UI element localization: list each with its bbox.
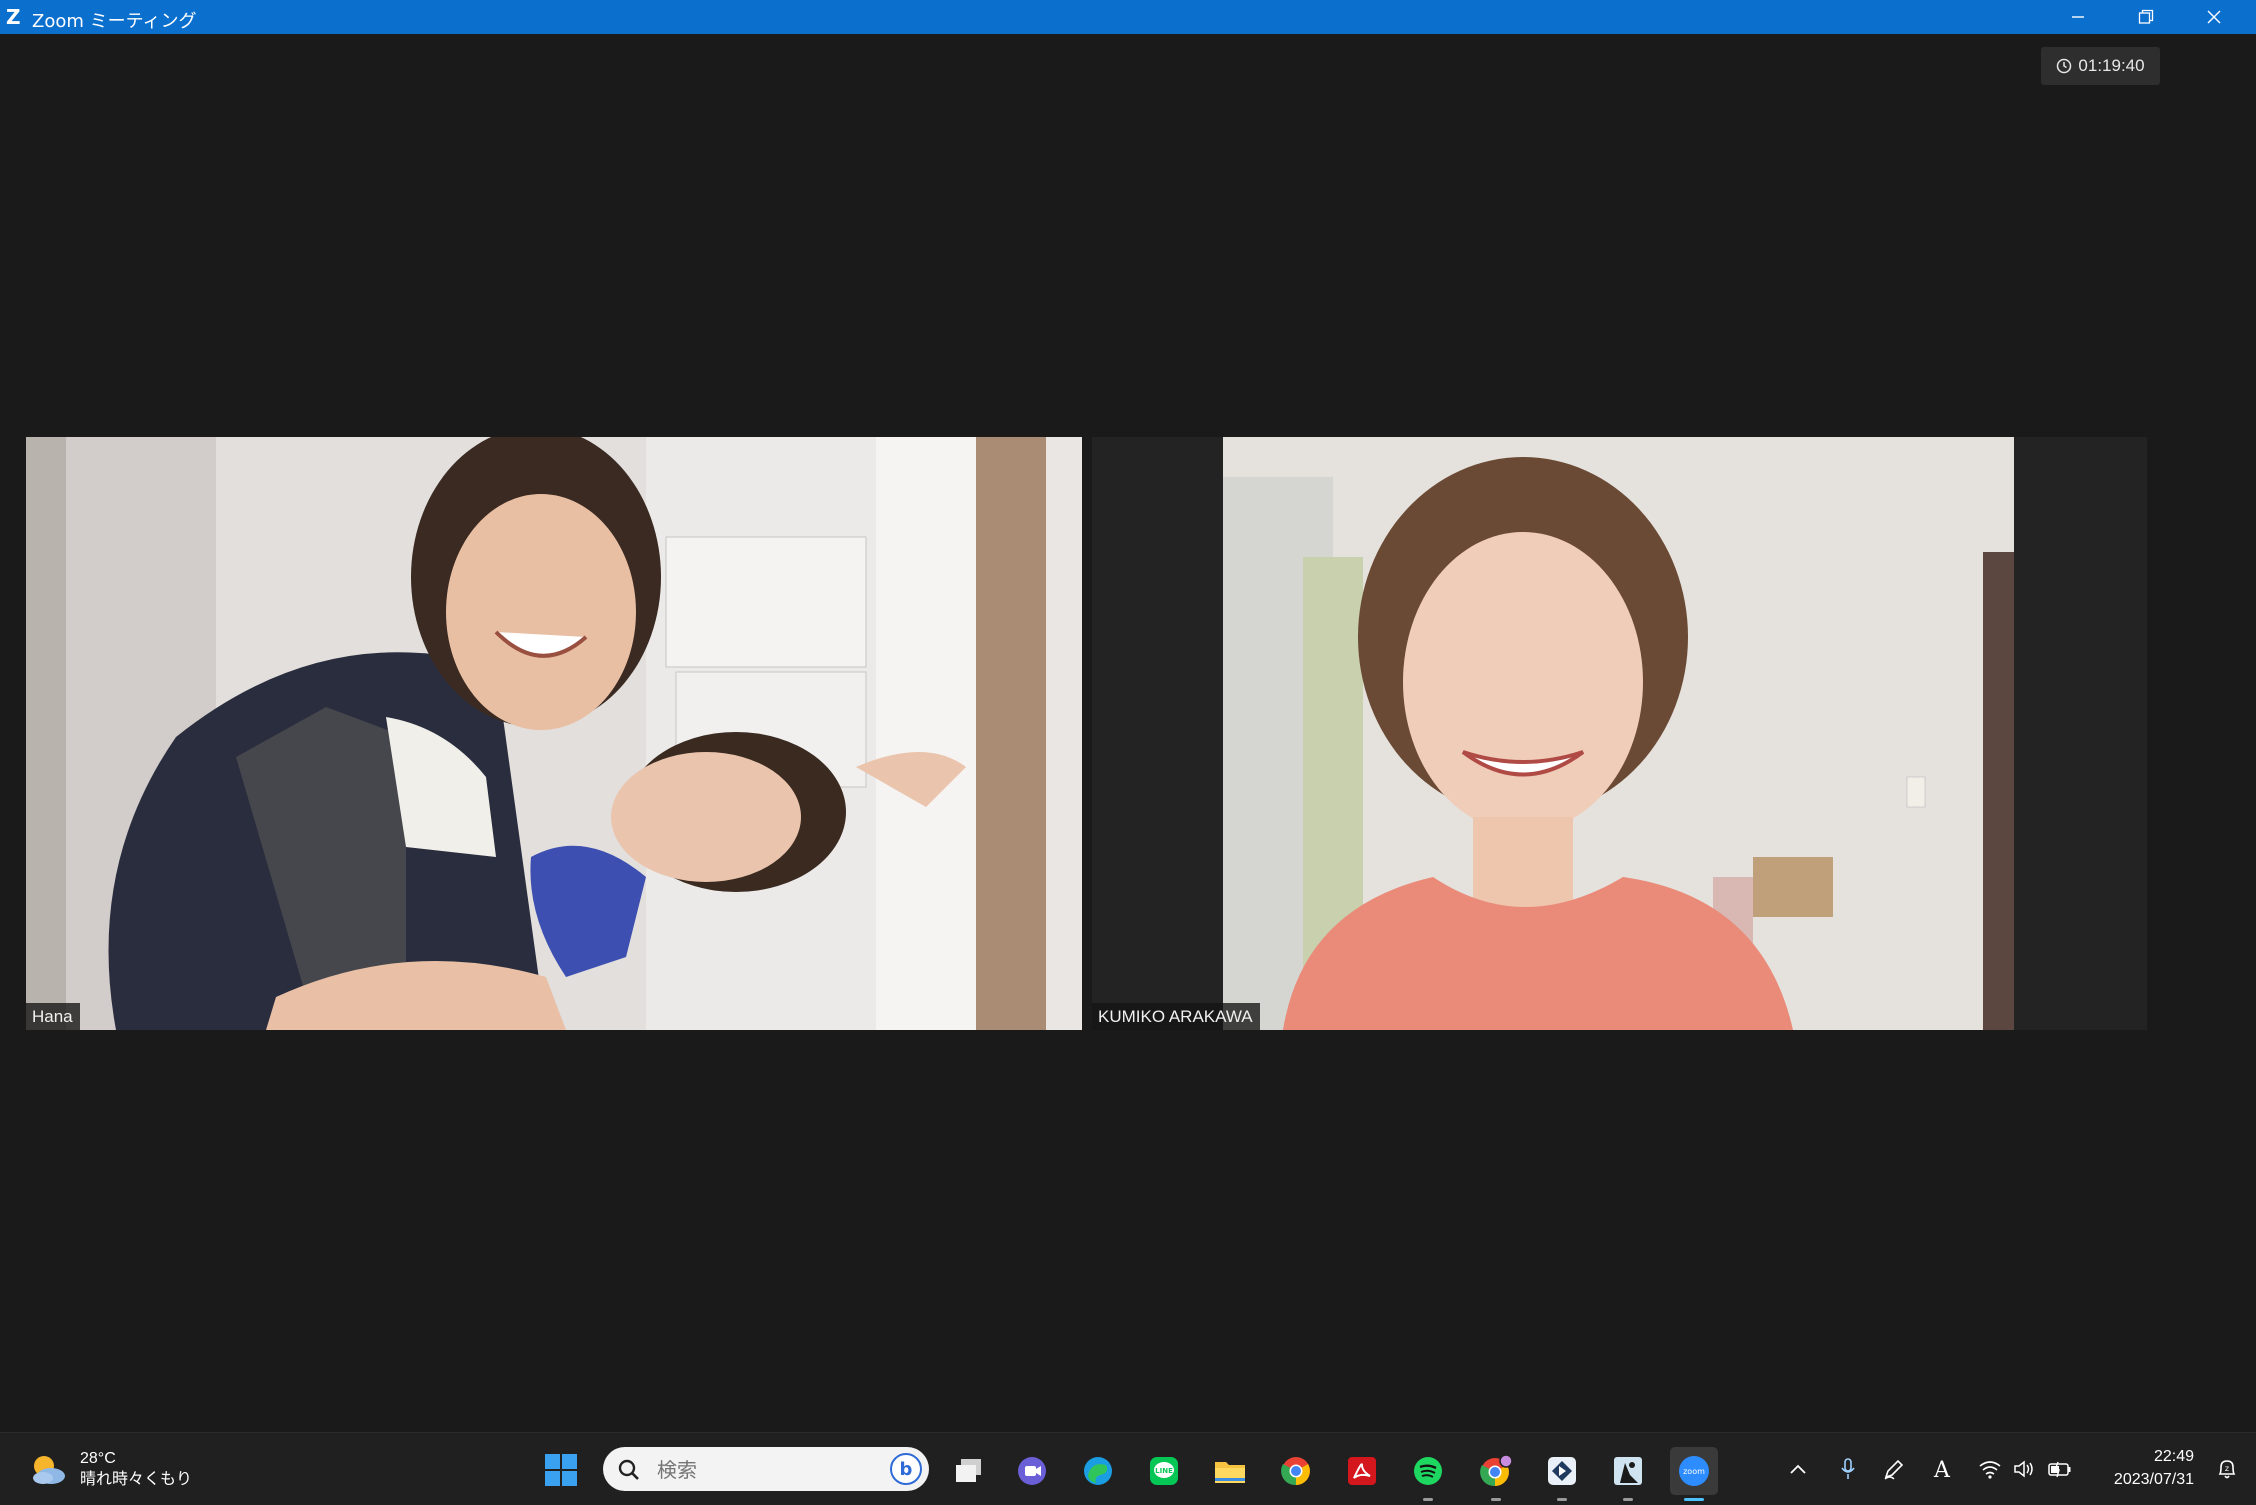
line-button[interactable]: LINE <box>1140 1447 1188 1495</box>
app-figure-button[interactable] <box>1604 1447 1652 1501</box>
microphone-tray-button[interactable] <box>1834 1455 1862 1483</box>
minimize-button[interactable] <box>2044 0 2112 34</box>
svg-text:zoom: zoom <box>1683 1467 1705 1476</box>
close-button[interactable] <box>2180 0 2248 34</box>
chevron-up-icon <box>1790 1464 1806 1474</box>
edge-icon <box>1084 1457 1112 1485</box>
ime-a-icon: A <box>1933 1458 1951 1481</box>
teams-chat-button[interactable] <box>1008 1447 1056 1495</box>
participant-name-label: KUMIKO ARAKAWA <box>1092 1003 1260 1030</box>
meeting-timer[interactable]: 01:19:40 <box>2041 47 2160 85</box>
teams-chat-icon <box>1018 1457 1046 1485</box>
pen-icon <box>1884 1459 1904 1480</box>
clock-icon <box>2057 58 2072 74</box>
search-input[interactable] <box>655 1455 879 1485</box>
svg-text:A: A <box>1933 1458 1951 1481</box>
wifi-icon <box>1979 1461 2001 1479</box>
search-icon <box>618 1459 639 1480</box>
windows-logo-icon <box>545 1454 577 1486</box>
window-titlebar: Z Zoom ミーティング <box>0 0 2256 34</box>
app-figure-icon <box>1614 1457 1642 1485</box>
battery-tray-button[interactable] <box>2046 1455 2074 1483</box>
notification-center-button[interactable]: z <box>2216 1457 2238 1486</box>
acrobat-button[interactable] <box>1338 1447 1386 1495</box>
clock-date: 2023/07/31 <box>2113 1471 2194 1488</box>
chrome-icon <box>1281 1457 1310 1486</box>
svg-text:b: b <box>900 1459 913 1480</box>
volume-tray-button[interactable] <box>2010 1455 2038 1483</box>
elapsed-time: 01:19:40 <box>2078 56 2145 75</box>
ime-indicator[interactable]: A <box>1928 1455 1956 1483</box>
weather-widget[interactable]: 28°C 晴れ時々くもり <box>28 1443 192 1495</box>
show-hidden-icons-button[interactable] <box>1784 1455 1812 1483</box>
weather-temperature: 28°C <box>80 1450 116 1467</box>
edge-button[interactable] <box>1074 1447 1122 1495</box>
task-view-button[interactable] <box>944 1447 992 1495</box>
battery-charging-icon <box>2048 1461 2071 1478</box>
restore-button[interactable] <box>2112 0 2180 34</box>
chrome-profile-icon <box>1480 1454 1513 1487</box>
participant-video <box>26 437 1082 1030</box>
window-title: Zoom ミーティング <box>32 11 197 32</box>
svg-text:z: z <box>2225 1464 2229 1473</box>
bing-icon[interactable]: b <box>889 1452 923 1486</box>
file-explorer-button[interactable] <box>1206 1447 1254 1495</box>
microphone-icon <box>1841 1458 1855 1479</box>
pen-tray-button[interactable] <box>1880 1455 1908 1483</box>
zoom-icon: zoom <box>1679 1456 1709 1486</box>
video-tile-kumiko[interactable]: KUMIKO ARAKAWA <box>1092 437 2147 1030</box>
weather-condition: 晴れ時々くもり <box>80 1471 193 1488</box>
taskbar-search-box[interactable]: b <box>603 1447 929 1491</box>
video-tile-hana[interactable]: Hana <box>26 437 1082 1030</box>
partly-cloudy-icon <box>33 1456 65 1484</box>
task-view-icon <box>956 1459 981 1482</box>
notification-bell-icon: z <box>2218 1460 2236 1479</box>
taskbar-clock[interactable]: 22:49 2023/07/31 <box>2114 1445 2194 1491</box>
acrobat-icon <box>1348 1457 1376 1485</box>
participant-name-label: Hana <box>26 1003 80 1030</box>
clock-time: 22:49 <box>2153 1448 2194 1465</box>
chrome-button[interactable] <box>1272 1447 1320 1495</box>
volume-icon <box>2014 1460 2033 1478</box>
spotify-button[interactable] <box>1404 1447 1452 1501</box>
start-button[interactable] <box>544 1453 578 1487</box>
participant-video <box>1092 437 2147 1030</box>
line-icon: LINE <box>1150 1457 1178 1485</box>
zoom-logo-icon: Z <box>6 5 21 29</box>
taskbar: 28°C 晴れ時々くもり b LINE <box>0 1432 2256 1505</box>
svg-text:LINE: LINE <box>1155 1467 1173 1475</box>
zoom-taskbar-button[interactable]: zoom <box>1670 1447 1718 1501</box>
chrome-profile-button[interactable] <box>1472 1447 1520 1501</box>
file-explorer-icon <box>1215 1462 1245 1483</box>
app-dark-button[interactable] <box>1538 1447 1586 1501</box>
app-dark-icon <box>1548 1457 1576 1485</box>
wifi-tray-button[interactable] <box>1976 1455 2004 1483</box>
spotify-icon <box>1414 1457 1442 1485</box>
